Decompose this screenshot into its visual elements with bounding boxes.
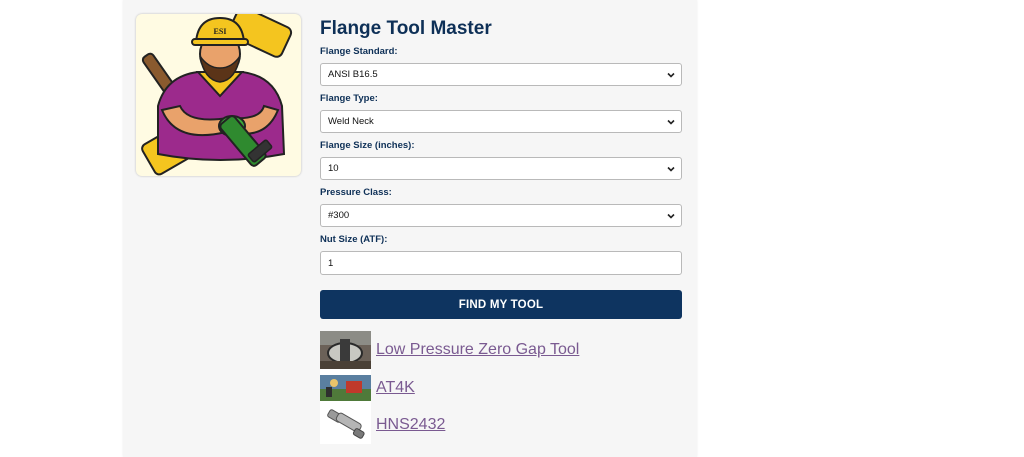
flange-standard-value: ANSI B16.5 [328, 69, 378, 80]
flange-size-select[interactable]: 10 [320, 157, 682, 180]
chevron-down-icon [667, 213, 675, 219]
mascot-image: ESI [136, 14, 301, 176]
result-link[interactable]: HNS2432 [376, 416, 445, 434]
flange-size-label: Flange Size (inches): [320, 140, 415, 151]
machine-photo-icon [320, 331, 371, 369]
pressure-class-value: #300 [328, 210, 350, 221]
construction-worker-mascot-icon: ESI [141, 14, 293, 176]
nut-size-input[interactable]: 1 [320, 251, 682, 275]
svg-text:ESI: ESI [214, 27, 227, 36]
nut-size-label: Nut Size (ATF): [320, 234, 388, 245]
chevron-down-icon [667, 166, 675, 172]
chevron-down-icon [667, 119, 675, 125]
page-title: Flange Tool Master [320, 18, 492, 39]
flange-size-value: 10 [328, 163, 339, 174]
result-item[interactable]: HNS2432 [320, 406, 445, 444]
result-item[interactable]: Low Pressure Zero Gap Tool [320, 331, 579, 369]
find-my-tool-button[interactable]: FIND MY TOOL [320, 290, 682, 319]
result-thumbnail[interactable] [320, 406, 371, 444]
nut-size-value: 1 [328, 257, 334, 269]
flange-standard-select[interactable]: ANSI B16.5 [320, 63, 682, 86]
chevron-down-icon [667, 72, 675, 78]
flange-standard-label: Flange Standard: [320, 46, 398, 57]
result-thumbnail[interactable] [320, 331, 371, 369]
result-item[interactable]: AT4K [320, 369, 415, 407]
site-photo-icon [320, 369, 371, 407]
pressure-class-label: Pressure Class: [320, 187, 392, 198]
result-link[interactable]: AT4K [376, 379, 415, 397]
result-link[interactable]: Low Pressure Zero Gap Tool [376, 341, 579, 359]
pressure-class-select[interactable]: #300 [320, 204, 682, 227]
flange-type-select[interactable]: Weld Neck [320, 110, 682, 133]
result-thumbnail[interactable] [320, 369, 371, 407]
flange-type-label: Flange Type: [320, 93, 378, 104]
tool-photo-icon [320, 406, 371, 444]
flange-type-value: Weld Neck [328, 116, 374, 127]
